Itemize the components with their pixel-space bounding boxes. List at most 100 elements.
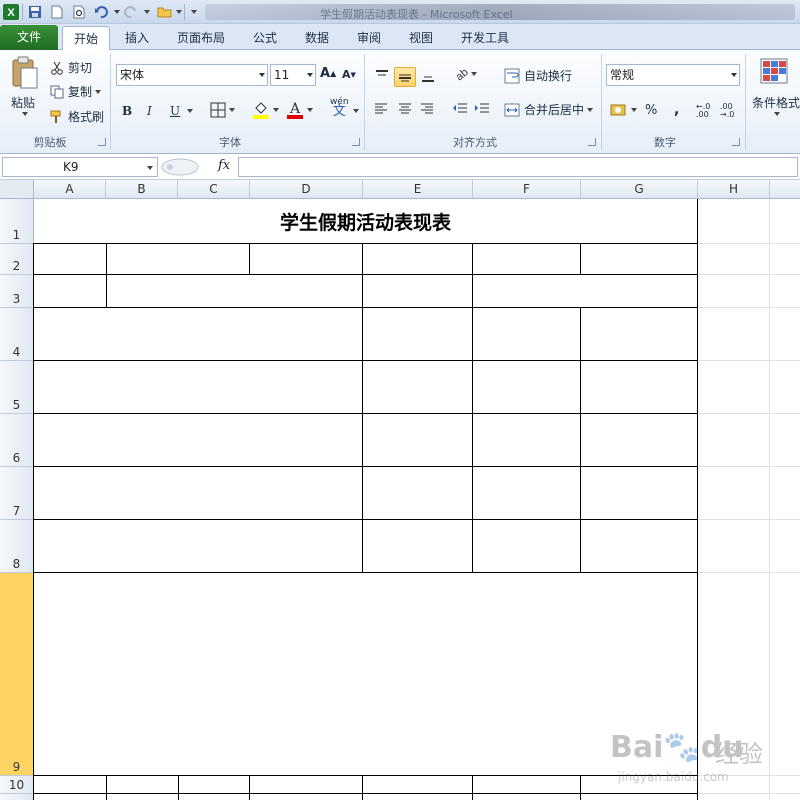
cell-a10[interactable]: [33, 775, 107, 794]
save-icon[interactable]: [26, 3, 44, 21]
tab-developer[interactable]: 开发工具: [452, 26, 518, 50]
orientation-icon[interactable]: ab: [452, 66, 477, 82]
column-header-f[interactable]: F: [473, 180, 581, 199]
print-preview-icon[interactable]: [70, 3, 88, 21]
align-middle-icon[interactable]: [394, 67, 416, 87]
row-header-5[interactable]: 5: [0, 361, 34, 414]
undo-dropdown-icon[interactable]: [110, 3, 120, 21]
decrease-decimal-button[interactable]: .00 →.0: [720, 103, 742, 119]
cell-e3[interactable]: [362, 274, 473, 308]
font-color-icon[interactable]: A: [286, 100, 313, 120]
paste-button[interactable]: 粘贴: [11, 94, 35, 111]
cell-f5[interactable]: [472, 360, 581, 414]
tab-data[interactable]: 数据: [296, 26, 338, 50]
merge-center-button[interactable]: 合并后居中: [504, 101, 594, 118]
cell-e5[interactable]: [362, 360, 473, 414]
new-document-icon[interactable]: [48, 3, 66, 21]
cut-button[interactable]: 剪切: [50, 59, 92, 76]
alignment-launcher-icon[interactable]: [588, 138, 596, 146]
cell-f3[interactable]: [472, 274, 698, 308]
row-header-6[interactable]: 6: [0, 414, 34, 467]
paste-icon[interactable]: [8, 56, 42, 90]
cell-f2[interactable]: [472, 243, 581, 275]
cell-g4[interactable]: [580, 307, 698, 361]
font-size-combo[interactable]: 11: [270, 64, 316, 86]
tab-review[interactable]: 审阅: [348, 26, 390, 50]
underline-button[interactable]: U: [170, 104, 180, 118]
customize-qa-icon[interactable]: [186, 3, 198, 21]
paste-dropdown-icon[interactable]: [19, 112, 29, 116]
sheet-title-cell[interactable]: 学生假期活动表现表: [34, 199, 698, 244]
cell-e4[interactable]: [362, 307, 473, 361]
underline-dropdown-icon[interactable]: [184, 109, 193, 113]
column-header-b[interactable]: B: [106, 180, 178, 199]
grow-font-icon[interactable]: A ▲: [320, 66, 336, 81]
column-header-h[interactable]: H: [698, 180, 770, 199]
select-all-corner[interactable]: [0, 180, 34, 199]
redo-dropdown-icon[interactable]: [140, 3, 150, 21]
tab-page-layout[interactable]: 页面布局: [168, 26, 234, 50]
cell-a6[interactable]: [33, 413, 363, 467]
decrease-indent-icon[interactable]: [452, 102, 468, 116]
copy-button[interactable]: 复制: [50, 83, 102, 100]
conditional-format-icon[interactable]: [760, 58, 788, 84]
cancel-enter-icon[interactable]: [160, 157, 200, 177]
cell-a3[interactable]: [33, 274, 107, 308]
conditional-format-button[interactable]: 条件格式: [752, 94, 800, 111]
cell-f6[interactable]: [472, 413, 581, 467]
row-header-9[interactable]: 9: [0, 573, 34, 776]
format-painter-button[interactable]: 格式刷: [50, 108, 104, 125]
cell-e11[interactable]: [362, 793, 473, 800]
borders-icon[interactable]: [210, 102, 235, 118]
tab-formulas[interactable]: 公式: [244, 26, 286, 50]
cell-e8[interactable]: [362, 519, 473, 573]
cell-c11[interactable]: [178, 793, 250, 800]
cell-b2[interactable]: [106, 243, 250, 275]
conditional-format-dropdown-icon[interactable]: [771, 112, 781, 116]
column-header-a[interactable]: A: [34, 180, 106, 199]
cell-b11[interactable]: [106, 793, 179, 800]
tab-insert[interactable]: 插入: [114, 26, 160, 50]
bold-button[interactable]: B: [122, 104, 132, 118]
align-bottom-icon[interactable]: [418, 66, 438, 86]
column-header-i[interactable]: [770, 180, 800, 199]
row-header-2[interactable]: 2: [0, 244, 34, 275]
formula-input[interactable]: [238, 157, 798, 177]
number-format-combo[interactable]: 常规: [606, 64, 740, 86]
cell-g6[interactable]: [580, 413, 698, 467]
cell-d10[interactable]: [249, 775, 363, 794]
column-header-c[interactable]: C: [178, 180, 250, 199]
increase-decimal-button[interactable]: ←.0 .00: [696, 103, 716, 119]
cell-a8[interactable]: [33, 519, 363, 573]
row-header-10[interactable]: 10: [0, 776, 34, 794]
cell-e10[interactable]: [362, 775, 473, 794]
number-launcher-icon[interactable]: [732, 138, 740, 146]
cell-e6[interactable]: [362, 413, 473, 467]
fill-color-icon[interactable]: [252, 100, 279, 120]
shrink-font-icon[interactable]: A ▼: [342, 68, 356, 81]
cell-d11[interactable]: [249, 793, 363, 800]
cell-e2[interactable]: [362, 243, 473, 275]
cell-a2[interactable]: [33, 243, 107, 275]
row-header-7[interactable]: 7: [0, 467, 34, 520]
cell-g8[interactable]: [580, 519, 698, 573]
clipboard-launcher-icon[interactable]: [98, 138, 106, 146]
cell-a11[interactable]: [33, 793, 107, 800]
cell-c10[interactable]: [178, 775, 250, 794]
font-name-combo[interactable]: 宋体: [116, 64, 268, 86]
redo-icon[interactable]: [122, 3, 140, 21]
excel-logo-icon[interactable]: X: [2, 3, 20, 21]
tab-view[interactable]: 视图: [400, 26, 442, 50]
cell-a9[interactable]: [33, 572, 698, 776]
row-header-1[interactable]: 1: [0, 199, 34, 244]
cell-d2[interactable]: [249, 243, 363, 275]
column-header-g[interactable]: G: [581, 180, 698, 199]
tab-file[interactable]: 文件: [0, 25, 58, 50]
currency-icon[interactable]: [610, 102, 637, 118]
cell-a7[interactable]: [33, 466, 363, 520]
column-header-e[interactable]: E: [363, 180, 473, 199]
phonetic-button[interactable]: wén 文: [330, 97, 349, 118]
row-header-8[interactable]: 8: [0, 520, 34, 573]
cell-f7[interactable]: [472, 466, 581, 520]
cell-f4[interactable]: [472, 307, 581, 361]
